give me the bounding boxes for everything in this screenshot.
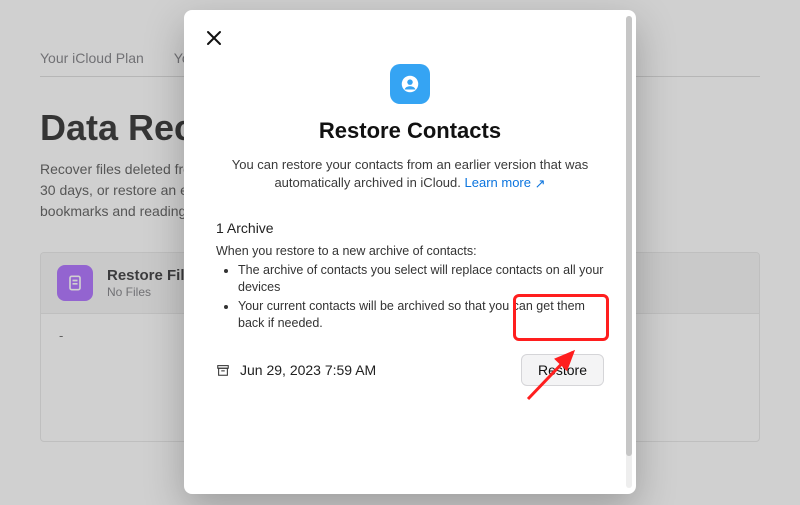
modal-subtitle: You can restore your contacts from an ea… bbox=[216, 156, 604, 192]
archive-bullet-list: The archive of contacts you select will … bbox=[216, 262, 604, 332]
restore-contacts-modal: Restore Contacts You can restore your co… bbox=[184, 10, 636, 494]
close-icon bbox=[206, 30, 222, 46]
archive-bullet: The archive of contacts you select will … bbox=[238, 262, 604, 296]
archive-row: Jun 29, 2023 7:59 AM Restore bbox=[216, 354, 604, 386]
archive-date-text: Jun 29, 2023 7:59 AM bbox=[240, 362, 376, 378]
archive-date: Jun 29, 2023 7:59 AM bbox=[216, 362, 376, 378]
archive-bullet: Your current contacts will be archived s… bbox=[238, 298, 604, 332]
modal-scrollbar[interactable] bbox=[622, 16, 636, 488]
learn-more-link[interactable]: Learn more ↗ bbox=[465, 175, 546, 190]
external-link-icon: ↗ bbox=[535, 175, 546, 193]
restore-button[interactable]: Restore bbox=[521, 354, 604, 386]
close-button[interactable] bbox=[202, 26, 226, 50]
modal-title: Restore Contacts bbox=[216, 118, 604, 144]
archive-intro-text: When you restore to a new archive of con… bbox=[216, 244, 604, 258]
modal-subtitle-line: You can restore your contacts from an ea… bbox=[232, 157, 588, 172]
archive-count-heading: 1 Archive bbox=[216, 220, 604, 236]
contacts-app-icon bbox=[390, 64, 430, 104]
modal-subtitle-line: automatically archived in iCloud. bbox=[274, 175, 460, 190]
archive-icon bbox=[216, 363, 230, 377]
